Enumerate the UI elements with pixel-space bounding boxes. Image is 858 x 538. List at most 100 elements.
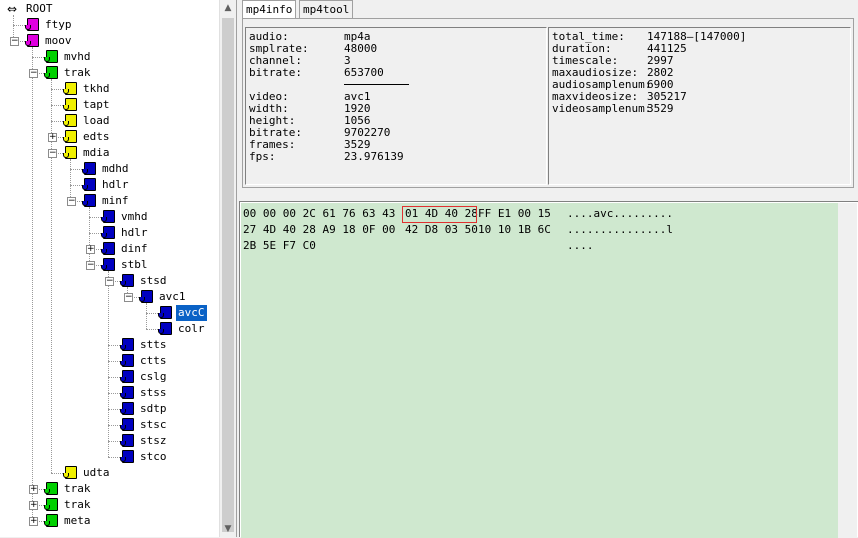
box-icon [139, 290, 153, 303]
tree-node-label: trak [64, 66, 91, 79]
collapse-icon[interactable]: − [67, 197, 76, 206]
tree-node-label: stts [140, 338, 167, 351]
info-value: 23.976139 [344, 150, 404, 163]
tree-node-label: trak [64, 498, 91, 511]
tree-node-ftyp[interactable]: ftyp [0, 17, 218, 33]
box-icon [120, 450, 134, 463]
tree-node-stss[interactable]: stss [0, 385, 218, 401]
info-key: videosamplenum: [552, 102, 652, 115]
tree-node-ctts[interactable]: ctts [0, 353, 218, 369]
tree-node-mdhd[interactable]: mdhd [0, 161, 218, 177]
tree-node-label: trak [64, 482, 91, 495]
collapse-icon[interactable]: − [124, 293, 133, 302]
tree-node-label: stsz [140, 434, 167, 447]
scroll-down-arrow-icon[interactable]: ▼ [220, 521, 236, 537]
tree-node-load[interactable]: load [0, 113, 218, 129]
tab-mp4info[interactable]: mp4info [242, 0, 297, 19]
tree-node-stbl[interactable]: − stbl [0, 257, 218, 273]
tree-node-label: udta [83, 466, 110, 479]
box-icon [101, 226, 115, 239]
hex-ascii: ...............l [567, 223, 673, 236]
tree-node-meta[interactable]: + meta [0, 513, 218, 529]
collapse-icon[interactable]: − [10, 37, 19, 46]
tree-node-minf[interactable]: − minf [0, 193, 218, 209]
tree-node-trak[interactable]: + trak [0, 481, 218, 497]
expand-icon[interactable]: + [29, 517, 38, 526]
tree-node-trak[interactable]: + trak [0, 497, 218, 513]
tree-node-stco[interactable]: stco [0, 449, 218, 465]
tree-node-label: stss [140, 386, 167, 399]
box-icon [120, 338, 134, 351]
tree-node-ROOT[interactable]: ⇔ ROOT [0, 1, 218, 17]
tree-node-label: mdhd [102, 162, 129, 175]
expand-icon[interactable]: + [29, 501, 38, 510]
box-icon [101, 258, 115, 271]
tree-node-label: ftyp [45, 18, 72, 31]
box-icon [101, 242, 115, 255]
box-icon [82, 162, 96, 175]
tree-node-stsd[interactable]: − stsd [0, 273, 218, 289]
tree-node-label: sdtp [140, 402, 167, 415]
tree-node-trak[interactable]: − trak [0, 65, 218, 81]
tree-node-stts[interactable]: stts [0, 337, 218, 353]
tree-node-stsc[interactable]: stsc [0, 417, 218, 433]
tree-node-stsz[interactable]: stsz [0, 433, 218, 449]
box-icon [63, 146, 77, 159]
expand-icon[interactable]: + [86, 245, 95, 254]
tree-node-dinf[interactable]: + dinf [0, 241, 218, 257]
tree-node-label: hdlr [121, 226, 148, 239]
tree-node-label: stbl [121, 258, 148, 271]
box-tree-panel[interactable]: ⇔ ROOT ftyp − moov mvhd − trak tkhd tapt load + edts… [0, 0, 237, 537]
tree-node-hdlr[interactable]: hdlr [0, 225, 218, 241]
tree-node-label: tapt [83, 98, 110, 111]
tree-node-hdlr[interactable]: hdlr [0, 177, 218, 193]
tree-node-label: mvhd [64, 50, 91, 63]
box-icon [82, 178, 96, 191]
hex-ascii: ....avc......... [567, 207, 673, 220]
tree-node-label: moov [45, 34, 72, 47]
tree-node-label: meta [64, 514, 91, 527]
tree-node-sdtp[interactable]: sdtp [0, 401, 218, 417]
collapse-icon[interactable]: − [105, 277, 114, 286]
tree-node-moov[interactable]: − moov [0, 33, 218, 49]
collapse-icon[interactable]: − [86, 261, 95, 270]
collapse-icon[interactable]: − [29, 69, 38, 78]
hex-bytes: 10 10 1B 6C [478, 223, 551, 236]
tree-node-label: avc1 [159, 290, 186, 303]
box-icon [44, 514, 58, 527]
tree-node-udta[interactable]: udta [0, 465, 218, 481]
tree-node-tkhd[interactable]: tkhd [0, 81, 218, 97]
tree-scrollbar[interactable]: ▲ ▼ [219, 0, 236, 537]
box-icon [120, 370, 134, 383]
expand-icon[interactable]: + [48, 133, 57, 142]
tree-node-cslg[interactable]: cslg [0, 369, 218, 385]
hex-bytes: 2B 5E F7 C0 [243, 239, 316, 252]
tree-node-mdia[interactable]: − mdia [0, 145, 218, 161]
box-icon [158, 306, 172, 319]
root-icon: ⇔ [7, 2, 18, 16]
tree-node-avcC[interactable]: avcC [0, 305, 218, 321]
collapse-icon[interactable]: − [48, 149, 57, 158]
box-icon [120, 354, 134, 367]
scroll-thumb[interactable] [222, 18, 234, 532]
tree-node-label: ROOT [26, 2, 53, 15]
tree-node-label: minf [102, 194, 129, 207]
box-icon [25, 18, 39, 31]
box-icon [63, 98, 77, 111]
scroll-up-arrow-icon[interactable]: ▲ [220, 0, 236, 16]
tree-node-mvhd[interactable]: mvhd [0, 49, 218, 65]
tree-node-vmhd[interactable]: vmhd [0, 209, 218, 225]
tree-node-edts[interactable]: + edts [0, 129, 218, 145]
tree-node-avc1[interactable]: − avc1 [0, 289, 218, 305]
tree-node-colr[interactable]: colr [0, 321, 218, 337]
box-icon [63, 114, 77, 127]
tree-node-label: colr [178, 322, 205, 335]
hex-scrollbar[interactable] [838, 203, 857, 538]
expand-icon[interactable]: + [29, 485, 38, 494]
hex-dump-area[interactable]: 00 00 00 2C 61 76 63 43 01 4D 40 28 FF E1 … [241, 203, 838, 538]
tree-node-tapt[interactable]: tapt [0, 97, 218, 113]
info-value: 653700 [344, 66, 384, 79]
tab-mp4tool[interactable]: mp4tool [299, 0, 354, 18]
box-icon [44, 50, 58, 63]
hex-view[interactable]: 00 00 00 2C 61 76 63 43 01 4D 40 28 FF E1 … [239, 201, 858, 538]
